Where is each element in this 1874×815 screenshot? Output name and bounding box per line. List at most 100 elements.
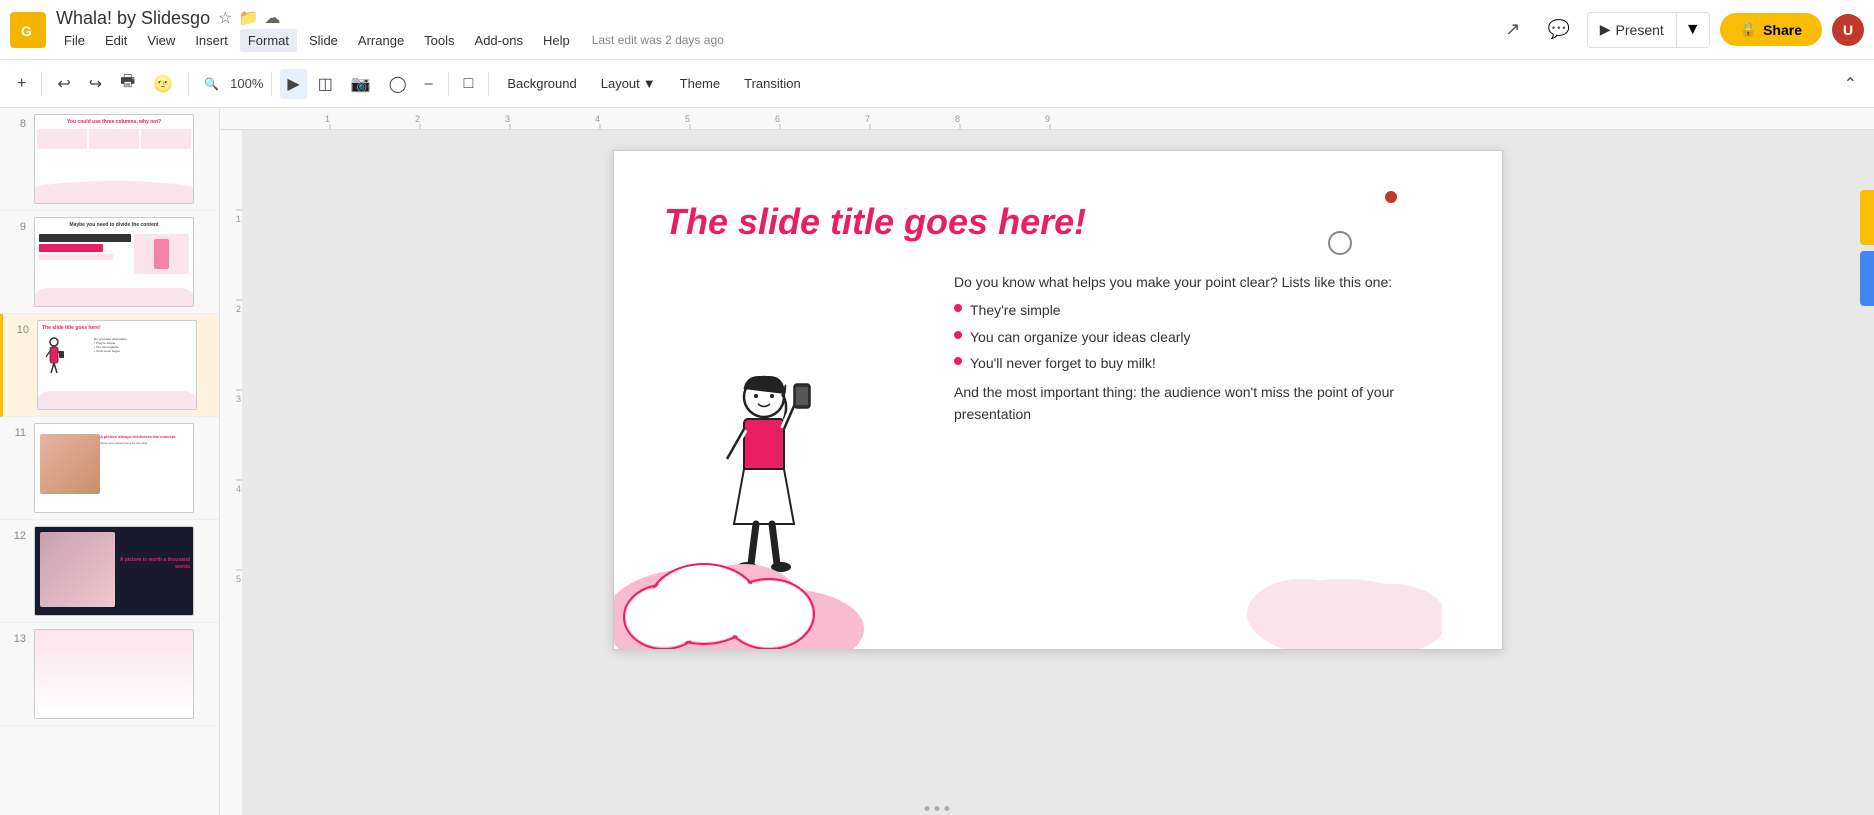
- svg-text:1: 1: [236, 214, 241, 224]
- menu-arrange[interactable]: Arrange: [350, 29, 412, 52]
- slide11-right: A picture always reinforces the concept …: [100, 434, 188, 445]
- svg-text:9: 9: [1045, 114, 1050, 124]
- bullet-dot-1: [954, 304, 962, 312]
- comment-tool[interactable]: □: [457, 70, 481, 98]
- cloud-left-svg: [614, 509, 924, 649]
- slide-title[interactable]: The slide title goes here!: [664, 201, 1086, 243]
- slide-num-11: 11: [8, 423, 26, 439]
- svg-text:7: 7: [865, 114, 870, 124]
- deco-dot: [1385, 191, 1397, 203]
- menu-help[interactable]: Help: [535, 29, 578, 52]
- slide-thumb-10[interactable]: 10 The slide title goes here!: [0, 314, 219, 417]
- slide-canvas[interactable]: The slide title goes here!: [613, 150, 1503, 650]
- side-tab-yellow[interactable]: [1860, 190, 1874, 245]
- paint-format-btn[interactable]: 🌝: [146, 69, 180, 99]
- slide-thumb-13[interactable]: 13: [0, 623, 219, 726]
- slide-num-8: 8: [8, 114, 26, 130]
- nav-dot-2[interactable]: [935, 806, 940, 811]
- nav-dot-3[interactable]: [945, 806, 950, 811]
- slide-outro-text: And the most important thing: the audien…: [954, 381, 1452, 426]
- share-button[interactable]: 🔒 Share: [1720, 13, 1822, 46]
- slide8-title: You could use three columns, why not?: [35, 115, 193, 127]
- background-btn[interactable]: Background: [497, 71, 586, 96]
- sep-3: [271, 72, 272, 96]
- canvas-with-ruler: 1 2 3 4 5 The slide title goes here!: [220, 130, 1874, 815]
- col1: [37, 129, 87, 149]
- menu-tools[interactable]: Tools: [416, 29, 462, 52]
- lock-icon: 🔒: [1740, 21, 1757, 38]
- slide-text-area[interactable]: Do you know what helps you make your poi…: [954, 271, 1452, 431]
- menu-edit[interactable]: Edit: [97, 29, 135, 52]
- slide-preview-9: Maybe you need to divide the content: [34, 217, 194, 307]
- menu-slide[interactable]: Slide: [301, 29, 346, 52]
- ruler-vertical: 1 2 3 4 5: [220, 130, 242, 815]
- slide-thumb-8[interactable]: 8 You could use three columns, why not?: [0, 108, 219, 211]
- line-tool[interactable]: ⎯: [418, 70, 440, 98]
- sep-4: [448, 72, 449, 96]
- collapse-panel-btn[interactable]: ⌃: [1837, 69, 1864, 99]
- zoom-out-btn[interactable]: 🔍: [197, 72, 226, 96]
- slide-thumb-11[interactable]: 11 A picture always reinforces the conce…: [0, 417, 219, 520]
- bullet-item-2: You can organize your ideas clearly: [954, 326, 1452, 348]
- ruler-horizontal: 1 2 3 4 5 6 7 8 9: [220, 108, 1874, 130]
- folder-icon[interactable]: 📁: [238, 8, 258, 28]
- slide-preview-11: A picture always reinforces the concept …: [34, 423, 194, 513]
- shape-tool[interactable]: ◯: [382, 69, 414, 99]
- menu-view[interactable]: View: [139, 29, 183, 52]
- bullet-text-1: They're simple: [970, 299, 1061, 321]
- doc-title-area: Whala! by Slidesgo ☆ 📁 ☁ File Edit View …: [56, 8, 1485, 52]
- slide-panel: 8 You could use three columns, why not? …: [0, 108, 220, 815]
- bullet-dot-3: [954, 357, 962, 365]
- slide10-figure-svg: [42, 337, 67, 377]
- cursor-tool[interactable]: ▶: [280, 69, 306, 99]
- trend-icon-btn[interactable]: ↗: [1495, 12, 1531, 48]
- slide9-title: Maybe you need to divide the content: [35, 218, 193, 232]
- present-label: Present: [1616, 22, 1664, 38]
- sep-2: [188, 72, 189, 96]
- menu-format[interactable]: Format: [240, 29, 297, 52]
- svg-text:4: 4: [595, 114, 600, 124]
- svg-text:G: G: [21, 23, 32, 39]
- slide-thumb-12[interactable]: 12 A picture is worth a thousand words: [0, 520, 219, 623]
- top-bar: G Whala! by Slidesgo ☆ 📁 ☁ File Edit Vie…: [0, 0, 1874, 60]
- zoom-level: 100%: [230, 76, 263, 91]
- comment-icon-btn[interactable]: 💬: [1541, 12, 1577, 48]
- present-main-btn[interactable]: ▶ Present: [1588, 13, 1677, 47]
- menu-file[interactable]: File: [56, 29, 93, 52]
- add-btn[interactable]: +: [10, 70, 33, 98]
- present-button-group: ▶ Present ▼: [1587, 12, 1710, 48]
- undo-btn[interactable]: ↩: [50, 69, 77, 99]
- layout-btn[interactable]: Layout ▼: [591, 71, 666, 96]
- slide-thumb-9[interactable]: 9 Maybe you need to divide the content: [0, 211, 219, 314]
- print-btn[interactable]: 🖶: [113, 65, 142, 102]
- present-dropdown-btn[interactable]: ▼: [1677, 13, 1709, 47]
- menu-addons[interactable]: Add-ons: [467, 29, 531, 52]
- user-avatar[interactable]: U: [1832, 14, 1864, 46]
- slide12-photo-fill: [40, 532, 115, 607]
- slide-num-12: 12: [8, 526, 26, 542]
- side-tab-blue[interactable]: [1860, 251, 1874, 306]
- transition-btn[interactable]: Transition: [734, 71, 811, 96]
- theme-btn[interactable]: Theme: [670, 71, 730, 96]
- cloud-right-svg: [1242, 549, 1442, 649]
- slide-num-9: 9: [8, 217, 26, 233]
- redo-btn[interactable]: ↪: [82, 69, 109, 99]
- cloud-icon[interactable]: ☁: [264, 8, 280, 28]
- text-box-tool[interactable]: ◫: [311, 69, 340, 99]
- layout-dropdown-icon: ▼: [643, 76, 656, 91]
- menu-bar: File Edit View Insert Format Slide Arran…: [56, 29, 1485, 52]
- image-tool[interactable]: 📷: [344, 69, 378, 99]
- slide-preview-12: A picture is worth a thousand words: [34, 526, 194, 616]
- star-icon[interactable]: ☆: [218, 8, 232, 28]
- nav-dot-1[interactable]: [925, 806, 930, 811]
- canvas-area: 1 2 3 4 5 6 7 8 9 1 2: [220, 108, 1874, 815]
- slide9-figure: [154, 239, 169, 269]
- svg-text:6: 6: [775, 114, 780, 124]
- layout-label: Layout: [601, 76, 640, 91]
- slide-num-10: 10: [11, 320, 29, 336]
- menu-insert[interactable]: Insert: [187, 29, 236, 52]
- main-area: 8 You could use three columns, why not? …: [0, 108, 1874, 815]
- svg-text:4: 4: [236, 484, 241, 494]
- slide8-cloud: [34, 181, 194, 203]
- top-right-actions: ↗ 💬 ▶ Present ▼ 🔒 Share U: [1495, 12, 1864, 48]
